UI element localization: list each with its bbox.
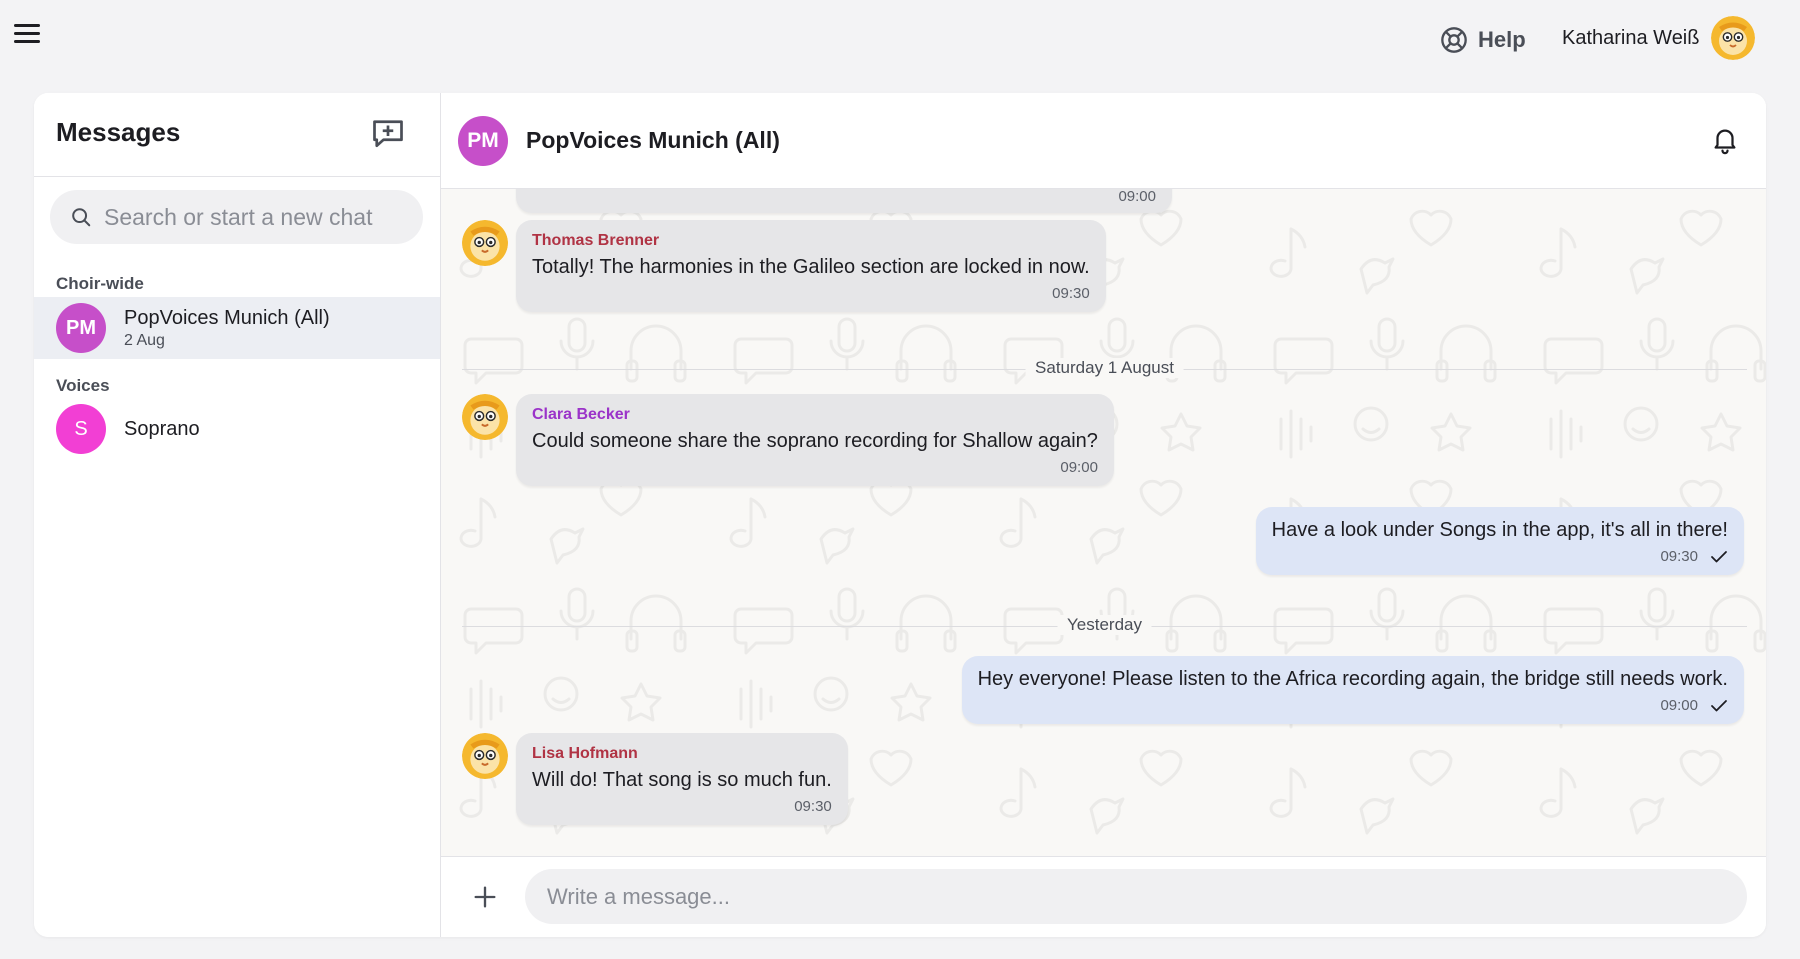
message-text: Totally! The harmonies in the Galileo se… [532, 256, 1090, 278]
message-bubble-incoming: Clara Becker Could someone share the sop… [516, 394, 1114, 486]
date-divider: Yesterday [462, 615, 1747, 639]
message-bubble-outgoing: Hey everyone! Please listen to the Afric… [961, 656, 1744, 724]
message-text: Hey everyone! Please listen to the Afric… [977, 668, 1728, 690]
messenger-card: Messages Choir-wide PM PopVoices Munich … [34, 93, 1766, 937]
top-bar: Help Katharina Weiß [0, 0, 1800, 80]
sender-avatar[interactable] [462, 733, 508, 779]
chat-item-name: Soprano [124, 417, 200, 440]
lifebuoy-icon [1441, 27, 1467, 53]
message-time: 09:30 [1052, 285, 1090, 302]
message-sender: Lisa Hofmann [532, 745, 638, 762]
message-time: 09:00 [1660, 697, 1698, 714]
message-input[interactable] [525, 869, 1747, 924]
attach-button[interactable] [471, 883, 499, 911]
plus-icon [474, 886, 496, 908]
user-name: Katharina Weiß [1562, 26, 1700, 49]
message-bubble-incoming: 09:00 [516, 189, 1172, 213]
message-time: 09:30 [1660, 548, 1698, 565]
date-divider-label: Yesterday [1057, 615, 1152, 635]
message-text: Could someone share the soprano recordin… [532, 430, 1098, 452]
chat-sidebar: Messages Choir-wide PM PopVoices Munich … [34, 93, 441, 937]
search-input[interactable] [104, 203, 404, 231]
search-icon [72, 208, 91, 227]
chat-avatar: S [56, 404, 106, 454]
sender-avatar[interactable] [462, 220, 508, 266]
chat-item-soprano[interactable]: S Soprano [34, 398, 440, 460]
user-avatar [1711, 16, 1756, 60]
chat-header-avatar: PM [458, 115, 508, 166]
bell-icon [1714, 129, 1736, 155]
chat-avatar: PM [56, 303, 106, 353]
sent-check-icon [1711, 699, 1727, 711]
message-list[interactable]: 09:00 Thomas Brenner Totally! The harmon… [441, 189, 1766, 856]
date-divider-label: Saturday 1 August [1025, 358, 1184, 378]
sent-check-icon [1711, 550, 1727, 562]
message-composer [441, 856, 1766, 937]
message-bubble-outgoing: Have a look under Songs in the app, it's… [1255, 507, 1744, 575]
chat-item-name: PopVoices Munich (All) [124, 306, 330, 329]
help-label: Help [1478, 27, 1526, 52]
date-divider: Saturday 1 August [462, 358, 1747, 382]
new-chat-icon [373, 120, 403, 148]
message-time: 09:00 [1060, 459, 1098, 476]
message-sender: Clara Becker [532, 406, 630, 423]
message-time: 09:30 [794, 798, 832, 815]
hamburger-menu-icon[interactable] [14, 22, 42, 46]
chat-pane: PM PopVoices Munich (All) 09:00 Thomas B… [441, 93, 1766, 937]
new-chat-button[interactable] [370, 115, 406, 151]
message-text: Will do! That song is so much fun. [532, 769, 832, 791]
message-sender: Thomas Brenner [532, 232, 660, 249]
message-bubble-incoming: Lisa Hofmann Will do! That song is so mu… [516, 733, 848, 825]
group-label-choir-wide: Choir-wide [56, 274, 144, 293]
notifications-button[interactable] [1710, 125, 1740, 155]
message-text: Have a look under Songs in the app, it's… [1271, 519, 1728, 541]
chat-title: PopVoices Munich (All) [526, 127, 780, 153]
help-button[interactable]: Help [1440, 24, 1526, 56]
sidebar-header: Messages [34, 93, 440, 177]
sender-avatar[interactable] [462, 394, 508, 440]
sidebar-title: Messages [56, 117, 181, 147]
user-menu[interactable]: Katharina Weiß [1562, 16, 1756, 60]
chat-item-popvoices-munich[interactable]: PM PopVoices Munich (All) 2 Aug [34, 297, 440, 359]
chat-header: PM PopVoices Munich (All) [441, 93, 1766, 189]
message-bubble-incoming: Thomas Brenner Totally! The harmonies in… [516, 220, 1106, 312]
message-time: 09:00 [1118, 189, 1156, 205]
group-label-voices: Voices [56, 376, 110, 395]
search-box [50, 190, 423, 244]
chat-item-date: 2 Aug [124, 331, 165, 349]
